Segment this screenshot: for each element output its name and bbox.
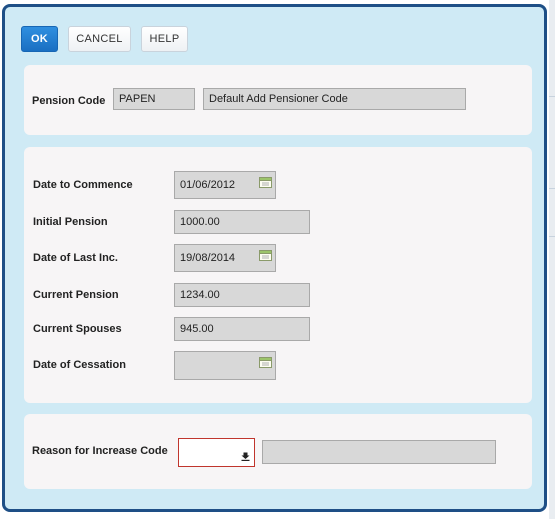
current-pension-label: Current Pension (33, 289, 119, 301)
pension-details-panel: Date to Commence 01/06/2012 Initial Pens… (24, 147, 532, 403)
background-divider (549, 236, 555, 237)
download-arrow-icon[interactable] (241, 452, 250, 461)
date-of-cessation-field[interactable] (174, 351, 276, 380)
background-divider (549, 96, 555, 97)
date-of-last-inc-label: Date of Last Inc. (33, 252, 118, 264)
cancel-button[interactable]: CANCEL (68, 26, 131, 52)
calendar-icon[interactable] (259, 357, 272, 368)
ok-button[interactable]: OK (21, 26, 58, 52)
reason-panel: Reason for Increase Code (24, 414, 532, 489)
pension-description-field: Default Add Pensioner Code (203, 88, 466, 110)
current-spouses-label: Current Spouses (33, 323, 122, 335)
date-of-last-inc-value: 19/08/2014 (180, 252, 236, 264)
pension-dialog: OK CANCEL HELP Pension Code PAPEN Defaul… (2, 4, 547, 512)
reason-for-increase-label: Reason for Increase Code (32, 445, 168, 457)
current-spouses-field[interactable]: 945.00 (174, 317, 310, 341)
date-of-cessation-label: Date of Cessation (33, 359, 126, 371)
background-page (549, 0, 555, 519)
current-pension-field[interactable]: 1234.00 (174, 283, 310, 307)
initial-pension-field[interactable]: 1000.00 (174, 210, 310, 234)
date-to-commence-field[interactable]: 01/06/2012 (174, 171, 276, 199)
reason-description-field (262, 440, 496, 464)
date-to-commence-label: Date to Commence (33, 179, 133, 191)
calendar-icon[interactable] (259, 177, 272, 188)
pension-code-panel: Pension Code PAPEN Default Add Pensioner… (24, 65, 532, 135)
calendar-icon[interactable] (259, 250, 272, 261)
background-divider (549, 188, 555, 189)
initial-pension-label: Initial Pension (33, 216, 108, 228)
pension-code-label: Pension Code (32, 95, 106, 107)
help-button[interactable]: HELP (141, 26, 188, 52)
date-to-commence-value: 01/06/2012 (180, 179, 236, 191)
reason-code-dropdown[interactable] (178, 438, 255, 467)
date-of-last-inc-field[interactable]: 19/08/2014 (174, 244, 276, 272)
pension-code-field[interactable]: PAPEN (113, 88, 195, 110)
